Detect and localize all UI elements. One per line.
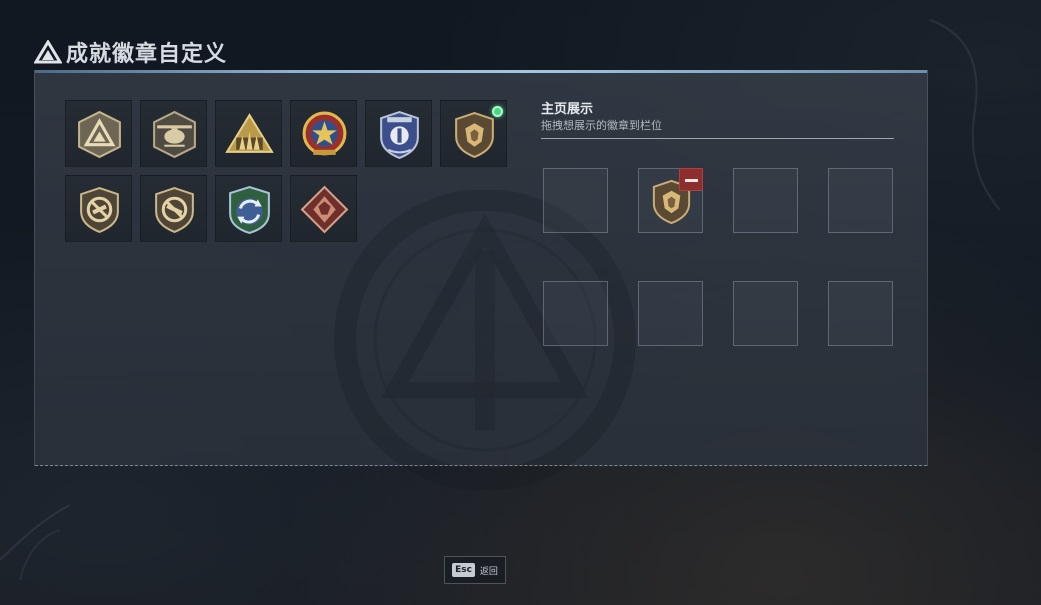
page-header: 成就徽章自定义 <box>34 38 228 67</box>
display-slot[interactable] <box>828 168 893 233</box>
badge-item[interactable] <box>290 175 357 242</box>
esc-key-icon: Esc <box>452 563 475 577</box>
display-slot[interactable] <box>733 281 798 346</box>
delta-logo-icon <box>34 40 62 64</box>
delta-triangle-badge-icon <box>78 110 121 159</box>
badge-item[interactable] <box>365 100 432 167</box>
back-button[interactable]: Esc 返回 <box>444 556 506 584</box>
squad-triangle-badge-icon <box>225 113 274 153</box>
remove-badge-button[interactable] <box>679 168 703 191</box>
lion-shield-badge-icon <box>455 112 494 159</box>
star-medal-badge-icon <box>302 111 347 156</box>
badge-item[interactable] <box>65 100 132 167</box>
panel-bottom-border <box>35 465 927 466</box>
display-slot[interactable] <box>828 281 893 346</box>
back-label: 返回 <box>479 566 498 577</box>
badge-item[interactable] <box>140 100 207 167</box>
divider <box>541 138 894 139</box>
panel-top-accent <box>35 70 927 73</box>
display-slot[interactable] <box>733 168 798 233</box>
display-slot-filled[interactable] <box>638 168 703 233</box>
display-section-title: 主页展示 <box>541 102 594 117</box>
rotating-arrows-badge-icon <box>229 185 270 235</box>
dragon-diamond-badge-icon <box>300 185 349 234</box>
equipped-indicator <box>492 106 503 117</box>
badge-customization-panel: 主页展示 拖拽想展示的徽章到栏位 <box>34 70 928 490</box>
badge-item[interactable] <box>215 175 282 242</box>
page-title: 成就徽章自定义 <box>66 42 228 67</box>
badge-item[interactable] <box>290 100 357 167</box>
display-slot[interactable] <box>638 281 703 346</box>
badge-item[interactable] <box>140 175 207 242</box>
no-gun-shield-badge-icon <box>80 187 119 234</box>
helicopter-badge-icon <box>153 110 196 159</box>
display-section-hint: 拖拽想展示的徽章到栏位 <box>541 119 662 132</box>
game-screen: 成就徽章自定义 主页展示 拖拽想展示的徽章到栏位 Esc 返回 <box>0 0 1041 605</box>
homepage-display-section: 主页展示 拖拽想展示的徽章到栏位 <box>541 102 895 139</box>
badge-item[interactable] <box>215 100 282 167</box>
badge-item[interactable] <box>65 175 132 242</box>
badge-item-equipped[interactable] <box>440 100 507 167</box>
no-gun-shield-badge-icon-2 <box>155 187 194 234</box>
blue-shield-badge-icon <box>380 110 419 160</box>
display-slot[interactable] <box>543 168 608 233</box>
display-slot[interactable] <box>543 281 608 346</box>
